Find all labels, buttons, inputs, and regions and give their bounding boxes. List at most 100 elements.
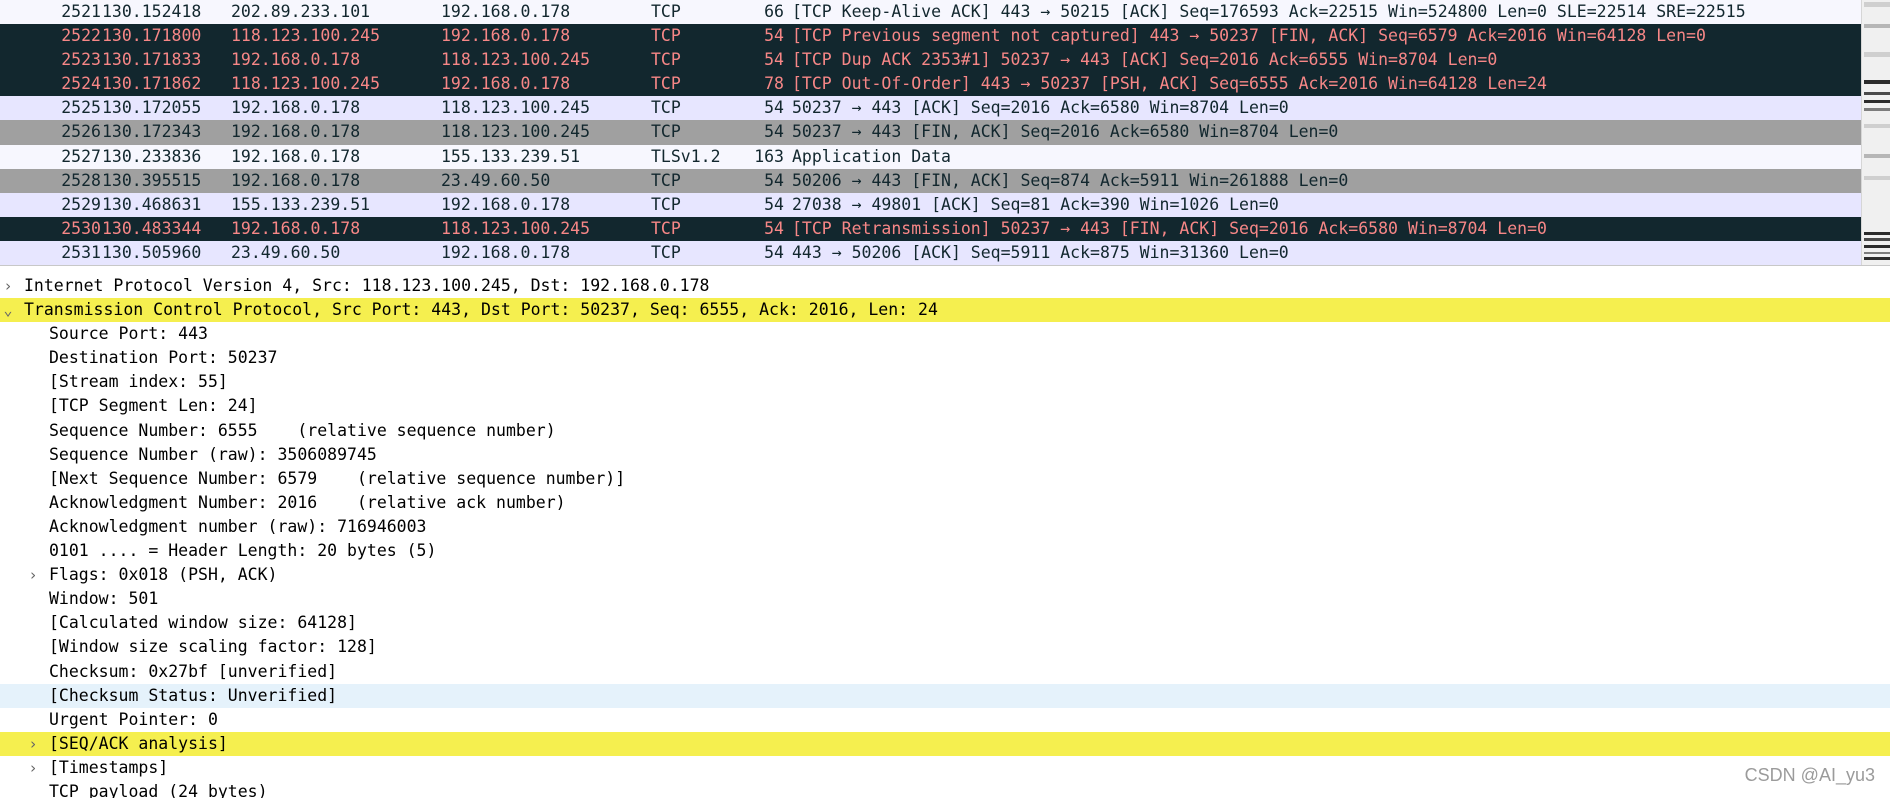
tree-item-field[interactable]: Urgent Pointer: 0 (0, 708, 1890, 732)
packet-row[interactable]: 2521 130.152418 202.89.233.101 192.168.0… (0, 0, 1861, 25)
packet-number: 2522 (61, 26, 101, 46)
packet-list-scrollbar[interactable] (1861, 0, 1890, 265)
packet-source: 192.168.0.178 (231, 122, 361, 142)
tree-item-tcp[interactable]: ⌄ Transmission Control Protocol, Src Por… (0, 298, 1890, 323)
packet-number: 2525 (61, 98, 101, 118)
tree-item-field[interactable]: Sequence Number (raw): 3506089745 (0, 443, 1890, 467)
packet-row[interactable]: 2530 130.483344 192.168.0.178 118.123.10… (0, 216, 1861, 241)
packet-number: 2526 (61, 122, 101, 142)
field-text: Sequence Number (raw): 3506089745 (49, 444, 377, 464)
packet-info: [TCP Keep-Alive ACK] 443 → 50215 [ACK] S… (792, 2, 1746, 21)
packet-row[interactable]: 2528 130.395515 192.168.0.178 23.49.60.5… (0, 168, 1861, 193)
packet-number: 2530 (61, 218, 101, 238)
packet-list[interactable]: 2521 130.152418 202.89.233.101 192.168.0… (0, 0, 1861, 265)
tree-item-field[interactable]: Checksum: 0x27bf [unverified] (0, 660, 1890, 684)
packet-destination: 118.123.100.245 (441, 122, 591, 142)
packet-length: 66 (764, 2, 784, 21)
packet-destination: 192.168.0.178 (441, 2, 571, 21)
packet-length: 78 (764, 74, 784, 94)
packet-source: 118.123.100.245 (231, 74, 381, 94)
field-text: [Stream index: 55] (49, 372, 228, 392)
field-text: [SEQ/ACK analysis] (49, 733, 228, 753)
packet-number: 2523 (61, 50, 101, 70)
packet-number: 2529 (61, 194, 101, 214)
tree-item-ipv4[interactable]: › Internet Protocol Version 4, Src: 118.… (0, 274, 1890, 298)
tree-item-field[interactable]: [Checksum Status: Unverified] (0, 683, 1890, 708)
tree-item-flags[interactable]: › Flags: 0x018 (PSH, ACK) (0, 563, 1890, 587)
packet-number: 2521 (61, 2, 101, 21)
field-text: Acknowledgment number (raw): 716946003 (49, 516, 427, 536)
packet-length: 163 (754, 146, 784, 166)
tree-item-field[interactable]: [TCP Segment Len: 24] (0, 394, 1890, 418)
tree-item-field[interactable]: Acknowledgment number (raw): 716946003 (0, 515, 1890, 539)
field-text: [Checksum Status: Unverified] (49, 685, 338, 705)
packet-destination: 192.168.0.178 (441, 242, 571, 262)
packet-row[interactable]: 2526 130.172343 192.168.0.178 118.123.10… (0, 120, 1861, 145)
packet-length: 54 (764, 218, 784, 238)
tree-item-field[interactable]: Source Port: 443 (0, 322, 1890, 346)
packet-number: 2524 (61, 74, 101, 94)
field-text: [TCP Segment Len: 24] (49, 396, 258, 416)
packet-destination: 192.168.0.178 (441, 74, 571, 94)
packet-time: 130.483344 (102, 218, 202, 238)
packet-info: [TCP Retransmission] 50237 → 443 [FIN, A… (792, 218, 1547, 238)
tree-item-seq-ack-analysis[interactable]: › [SEQ/ACK analysis] (0, 731, 1890, 756)
packet-info: Application Data (792, 146, 951, 166)
tree-item-field[interactable]: Acknowledgment Number: 2016 (relative ac… (0, 491, 1890, 515)
chevron-right-icon[interactable]: › (26, 756, 40, 780)
packet-row[interactable]: 2531 130.505960 23.49.60.50 192.168.0.17… (0, 240, 1861, 265)
tree-item-field[interactable]: [Next Sequence Number: 6579 (relative se… (0, 467, 1890, 491)
scrollbar-marker (1864, 124, 1890, 128)
field-text: 0101 .... = Header Length: 20 bytes (5) (49, 541, 437, 561)
field-text: Destination Port: 50237 (49, 348, 278, 368)
packet-details-pane[interactable]: › Internet Protocol Version 4, Src: 118.… (0, 274, 1890, 798)
packet-row[interactable]: 2522 130.171800 118.123.100.245 192.168.… (0, 24, 1861, 49)
packet-time: 130.171800 (102, 26, 202, 46)
tree-item-field[interactable]: Window: 501 (0, 587, 1890, 611)
packet-row[interactable]: 2529 130.468631 155.133.239.51 192.168.0… (0, 192, 1861, 217)
packet-destination: 192.168.0.178 (441, 194, 571, 214)
packet-protocol: TCP (651, 74, 681, 94)
packet-length: 54 (764, 98, 784, 118)
chevron-right-icon[interactable]: › (1, 274, 15, 298)
scrollbar-marker (1864, 24, 1890, 28)
packet-info: 50237 → 443 [ACK] Seq=2016 Ack=6580 Win=… (792, 98, 1289, 118)
packet-protocol: TCP (651, 218, 681, 238)
packet-time: 130.468631 (102, 194, 202, 214)
field-text: [Next Sequence Number: 6579 (relative se… (49, 468, 626, 488)
packet-time: 130.171833 (102, 50, 202, 70)
tree-item-field[interactable]: [Calculated window size: 64128] (0, 611, 1890, 635)
packet-row[interactable]: 2525 130.172055 192.168.0.178 118.123.10… (0, 96, 1861, 121)
pane-divider[interactable] (0, 265, 1890, 266)
chevron-down-icon[interactable]: ⌄ (1, 298, 15, 322)
packet-time: 130.505960 (102, 242, 202, 262)
tree-item-field[interactable]: Sequence Number: 6555 (relative sequence… (0, 419, 1890, 443)
tree-item-label: Internet Protocol Version 4, Src: 118.12… (24, 276, 710, 295)
field-text: TCP payload (24 bytes) (49, 781, 268, 798)
packet-destination: 118.123.100.245 (441, 218, 591, 238)
packet-row[interactable]: 2527 130.233836 192.168.0.178 155.133.23… (0, 144, 1861, 169)
tree-item-field[interactable]: TCP payload (24 bytes) (0, 780, 1890, 798)
packet-source: 192.168.0.178 (231, 50, 361, 70)
packet-row[interactable]: 2524 130.171862 118.123.100.245 192.168.… (0, 72, 1861, 97)
tree-item-field[interactable]: [Stream index: 55] (0, 370, 1890, 394)
tree-item-field[interactable]: [Window size scaling factor: 128] (0, 635, 1890, 659)
tree-item-field[interactable]: 0101 .... = Header Length: 20 bytes (5) (0, 539, 1890, 563)
packet-info: 443 → 50206 [ACK] Seq=5911 Ack=875 Win=3… (792, 242, 1289, 262)
tree-item-timestamps[interactable]: › [Timestamps] (0, 756, 1890, 780)
packet-destination: 118.123.100.245 (441, 98, 591, 118)
chevron-right-icon[interactable]: › (26, 732, 40, 756)
chevron-right-icon[interactable]: › (26, 563, 40, 587)
tree-item-field[interactable]: Destination Port: 50237 (0, 346, 1890, 370)
packet-number: 2528 (61, 170, 101, 190)
packet-row[interactable]: 2523 130.171833 192.168.0.178 118.123.10… (0, 48, 1861, 73)
packet-destination: 23.49.60.50 (441, 170, 551, 190)
packet-info: [TCP Dup ACK 2353#1] 50237 → 443 [ACK] S… (792, 50, 1498, 70)
scrollbar-marker (1864, 92, 1890, 95)
packet-time: 130.171862 (102, 74, 202, 94)
packet-length: 54 (764, 50, 784, 70)
packet-length: 54 (764, 170, 784, 190)
scrollbar-marker (1864, 2, 1890, 7)
packet-protocol: TCP (651, 194, 681, 214)
field-text: [Timestamps] (49, 757, 169, 777)
